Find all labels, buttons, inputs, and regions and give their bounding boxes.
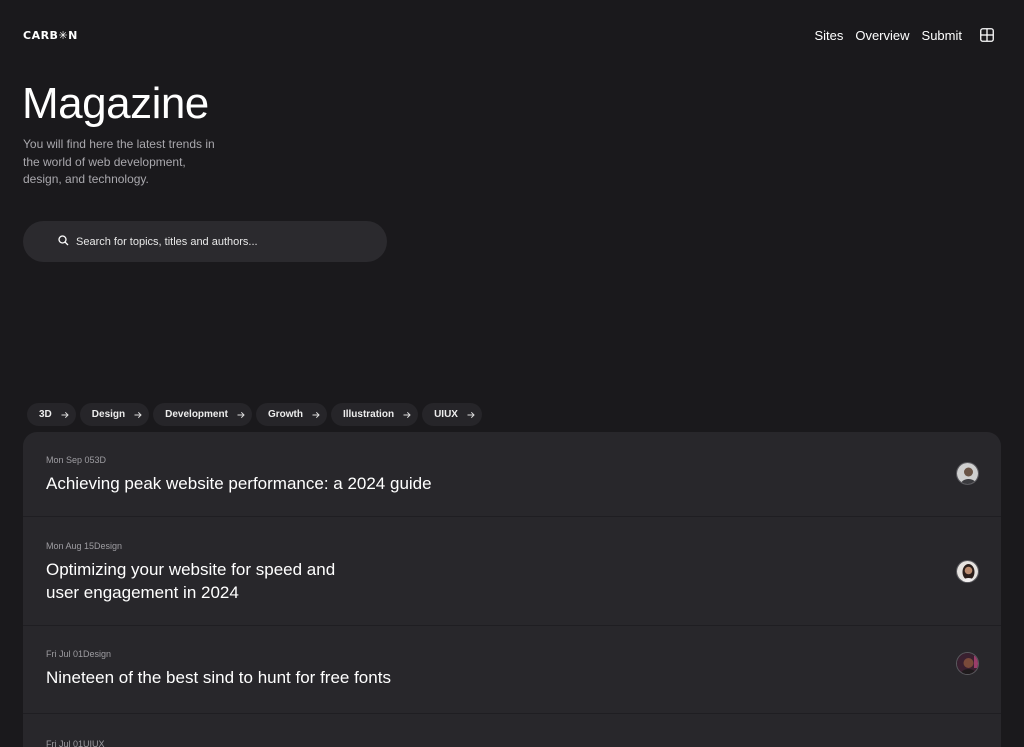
tag-label: UIUX: [434, 409, 458, 420]
article-meta: Fri Jul 01Design: [46, 649, 112, 659]
tag-development[interactable]: Development: [153, 403, 252, 426]
top-bar: CARB✳N Sites Overview Submit: [23, 25, 994, 45]
grid-icon[interactable]: [980, 28, 994, 42]
arrow-right-icon: [403, 411, 411, 419]
article-meta: Mon Aug 15Design: [46, 541, 123, 551]
author-avatar[interactable]: [956, 560, 979, 583]
article-title[interactable]: Achieving peak website performance: a 20…: [46, 472, 466, 495]
arrow-right-icon: [237, 411, 245, 419]
tag-uiux[interactable]: UIUX: [422, 403, 482, 426]
logo[interactable]: CARB✳N: [23, 29, 78, 42]
nav-sites[interactable]: Sites: [814, 28, 843, 43]
page-title: Magazine: [22, 79, 209, 128]
arrow-right-icon: [134, 411, 142, 419]
author-avatar[interactable]: [956, 652, 979, 675]
tag-filters: 3D Design Development Growth Illustratio…: [27, 403, 482, 426]
article-title[interactable]: Nineteen of the best sind to hunt for fr…: [46, 666, 466, 689]
search-input[interactable]: [76, 235, 356, 248]
article-list: Mon Sep 053D Achieving peak website perf…: [23, 432, 1001, 747]
search-icon: [58, 233, 69, 251]
arrow-right-icon: [312, 411, 320, 419]
arrow-right-icon: [61, 411, 69, 419]
article-meta: Fri Jul 01UIUX: [46, 739, 105, 747]
tag-illustration[interactable]: Illustration: [330, 403, 419, 426]
tag-label: Design: [91, 409, 126, 420]
tag-label: 3D: [39, 409, 52, 420]
article-row[interactable]: Mon Sep 053D Achieving peak website perf…: [23, 432, 1001, 517]
article-row[interactable]: Mon Aug 15Design Optimizing your website…: [23, 517, 1001, 626]
article-title[interactable]: Optimizing your website for speed and us…: [46, 558, 336, 604]
tag-3d[interactable]: 3D: [27, 403, 76, 426]
main-nav: Sites Overview Submit: [814, 28, 994, 43]
nav-overview[interactable]: Overview: [855, 28, 909, 43]
tag-label: Development: [165, 409, 228, 420]
search-bar[interactable]: [23, 221, 387, 262]
tag-label: Growth: [267, 409, 303, 420]
nav-submit[interactable]: Submit: [922, 28, 962, 43]
tag-label: Illustration: [342, 409, 395, 420]
page-description: You will find here the latest trends in …: [23, 137, 215, 186]
tag-growth[interactable]: Growth: [255, 403, 327, 426]
tag-design[interactable]: Design: [79, 403, 150, 426]
article-meta: Mon Sep 053D: [46, 455, 107, 465]
article-row[interactable]: Fri Jul 01Design Nineteen of the best si…: [23, 626, 1001, 714]
article-row[interactable]: Fri Jul 01UIUX: [23, 714, 1001, 747]
author-avatar[interactable]: [956, 462, 979, 485]
arrow-right-icon: [467, 411, 475, 419]
